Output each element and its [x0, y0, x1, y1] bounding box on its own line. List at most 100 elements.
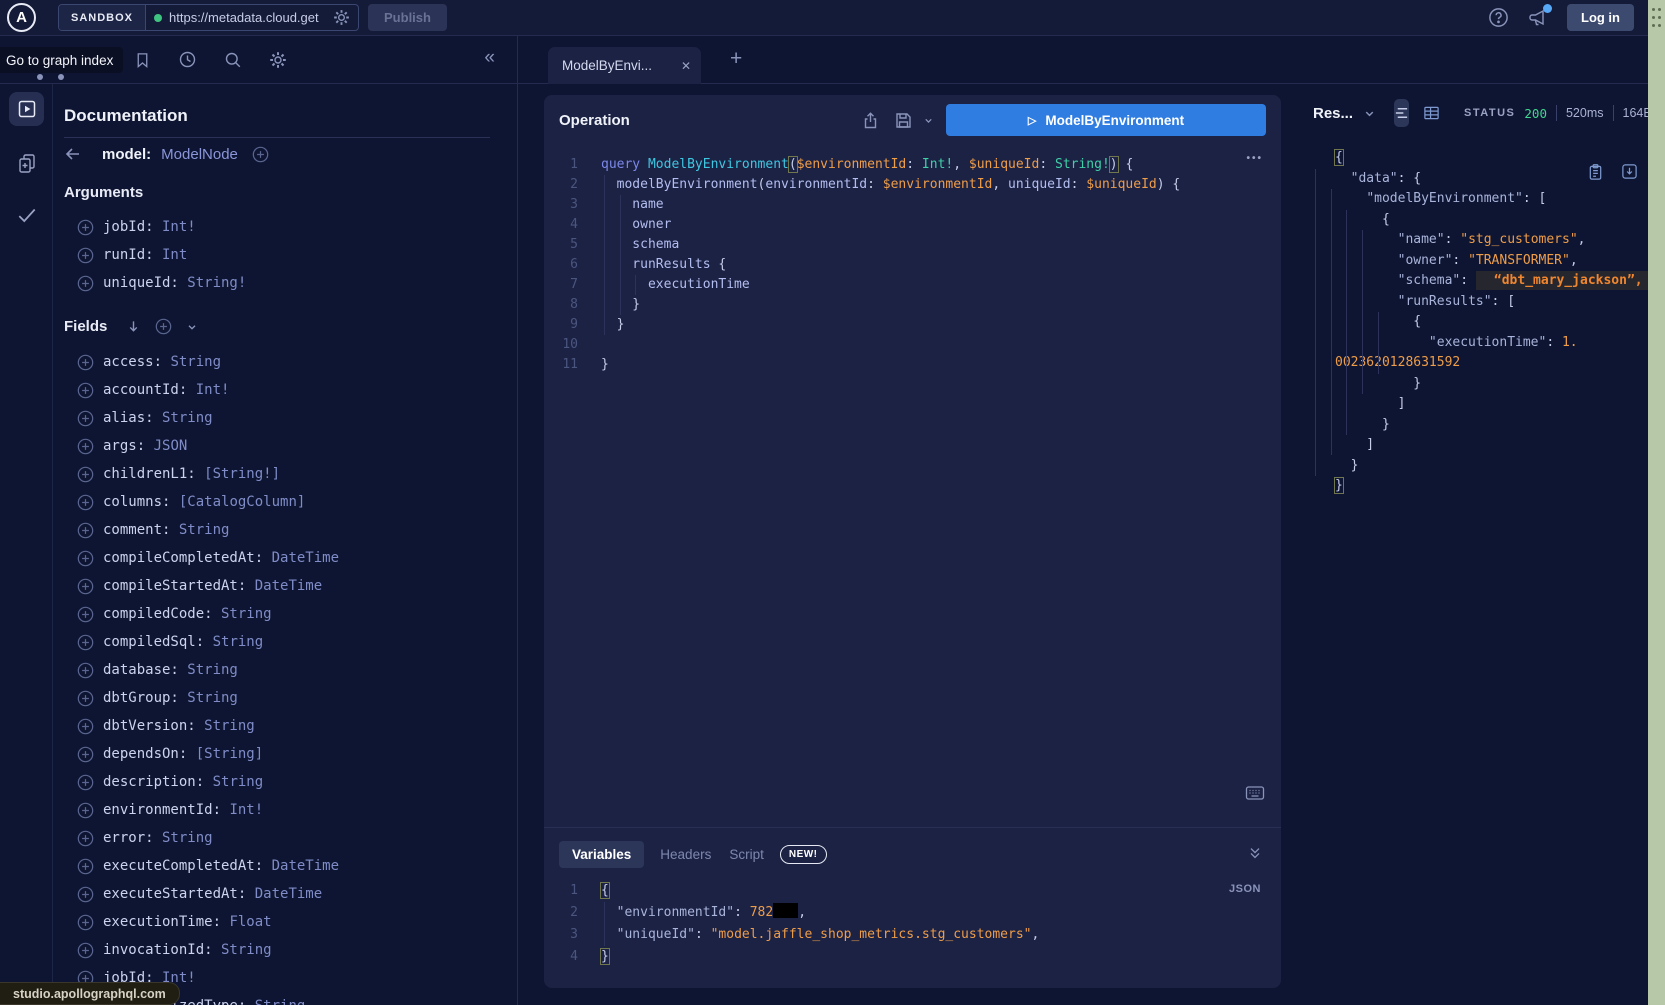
doc-field-type[interactable]: DateTime: [246, 886, 322, 902]
add-all-fields-button[interactable]: [155, 318, 172, 335]
doc-field-type[interactable]: [String!]: [196, 466, 280, 482]
field-row[interactable]: error: String: [64, 824, 517, 852]
publish-button[interactable]: Publish: [368, 4, 447, 31]
endpoint-url-field[interactable]: https://metadata.cloud.get: [146, 5, 358, 30]
editor-options-icon[interactable]: •••: [1246, 153, 1263, 164]
add-to-operation-button[interactable]: [77, 466, 94, 483]
login-button[interactable]: Log in: [1567, 4, 1634, 31]
add-to-operation-button[interactable]: [77, 247, 94, 264]
download-response-icon[interactable]: [1621, 163, 1638, 181]
doc-field-type[interactable]: String: [154, 410, 213, 426]
doc-field-type[interactable]: String: [170, 522, 229, 538]
add-to-operation-button[interactable]: [77, 219, 94, 236]
announcements-megaphone-icon[interactable]: [1527, 8, 1549, 28]
save-operation-icon[interactable]: [894, 111, 913, 130]
field-row[interactable]: compiledSql: String: [64, 628, 517, 656]
doc-field-type[interactable]: JSON: [145, 438, 187, 454]
search-icon[interactable]: [224, 51, 242, 69]
add-to-operation-button[interactable]: [77, 438, 94, 455]
add-to-operation-button[interactable]: [77, 606, 94, 623]
history-icon[interactable]: [178, 50, 197, 69]
back-arrow-icon[interactable]: [64, 145, 82, 163]
add-to-operation-button[interactable]: [77, 354, 94, 371]
field-row[interactable]: invocationId: String: [64, 936, 517, 964]
doc-field-type[interactable]: String: [246, 998, 305, 1005]
doc-field-type[interactable]: Float: [221, 914, 272, 930]
doc-field-type[interactable]: DateTime: [246, 578, 322, 594]
save-options-chevron-icon[interactable]: [923, 115, 934, 126]
field-row[interactable]: database: String: [64, 656, 517, 684]
operation-editor[interactable]: 1query ModelByEnvironment($environmentId…: [544, 145, 1281, 827]
field-row[interactable]: alias: String: [64, 404, 517, 432]
apollo-logo[interactable]: A: [7, 3, 36, 32]
collapse-panel-icon[interactable]: «: [484, 48, 495, 67]
keyboard-shortcuts-icon[interactable]: [1245, 785, 1265, 801]
field-row[interactable]: environmentId: Int!: [64, 796, 517, 824]
settings-gear-icon[interactable]: [269, 51, 287, 69]
doc-field-type[interactable]: Int: [154, 247, 188, 263]
add-to-operation-button[interactable]: [77, 634, 94, 651]
run-operation-button[interactable]: ▷ ModelByEnvironment: [946, 104, 1266, 136]
field-row[interactable]: dbtGroup: String: [64, 684, 517, 712]
sandbox-chip[interactable]: SANDBOX: [59, 5, 146, 30]
add-to-operation-button[interactable]: [77, 886, 94, 903]
collapse-variables-icon[interactable]: [1247, 845, 1263, 861]
doc-field-type[interactable]: String: [213, 942, 272, 958]
doc-field-type[interactable]: String: [154, 830, 213, 846]
field-row[interactable]: executeStartedAt: DateTime: [64, 880, 517, 908]
field-row[interactable]: childrenL1: [String!]: [64, 460, 517, 488]
field-row[interactable]: dbtVersion: String: [64, 712, 517, 740]
sort-fields-icon[interactable]: [126, 319, 141, 334]
add-to-operation-button[interactable]: [77, 690, 94, 707]
argument-row[interactable]: uniqueId: String!: [64, 269, 517, 297]
doc-field-type[interactable]: DateTime: [263, 550, 339, 566]
doc-field-type[interactable]: Int!: [187, 382, 229, 398]
add-field-button[interactable]: [252, 146, 269, 163]
table-view-toggle-icon[interactable]: [1423, 105, 1440, 121]
doc-field-type[interactable]: String: [196, 718, 255, 734]
add-to-operation-button[interactable]: [77, 410, 94, 427]
breadcrumb-type[interactable]: ModelNode: [161, 146, 238, 163]
field-row[interactable]: description: String: [64, 768, 517, 796]
field-row[interactable]: compiledCode: String: [64, 600, 517, 628]
tab-script[interactable]: Script: [727, 847, 766, 862]
add-to-operation-button[interactable]: [77, 914, 94, 931]
argument-row[interactable]: jobId: Int!: [64, 213, 517, 241]
field-row[interactable]: executeCompletedAt: DateTime: [64, 852, 517, 880]
endpoint-settings-gear-icon[interactable]: [333, 9, 350, 26]
variables-editor[interactable]: 1{2 "environmentId": 782,3 "uniqueId": "…: [544, 875, 1281, 983]
copy-response-icon[interactable]: [1587, 163, 1604, 181]
field-row[interactable]: compileCompletedAt: DateTime: [64, 544, 517, 572]
field-row[interactable]: columns: [CatalogColumn]: [64, 488, 517, 516]
add-to-operation-button[interactable]: [77, 494, 94, 511]
add-to-operation-button[interactable]: [77, 662, 94, 679]
doc-field-type[interactable]: String: [213, 606, 272, 622]
add-to-operation-button[interactable]: [77, 382, 94, 399]
tab-variables[interactable]: Variables: [559, 841, 644, 868]
share-operation-icon[interactable]: [861, 111, 880, 130]
operation-tab[interactable]: ModelByEnvi... ✕: [548, 47, 701, 84]
field-row[interactable]: accountId: Int!: [64, 376, 517, 404]
doc-field-type[interactable]: DateTime: [263, 858, 339, 874]
doc-field-type[interactable]: String!: [179, 275, 246, 291]
doc-field-type[interactable]: [CatalogColumn]: [170, 494, 305, 510]
add-to-operation-button[interactable]: [77, 578, 94, 595]
add-to-operation-button[interactable]: [77, 774, 94, 791]
field-row[interactable]: args: JSON: [64, 432, 517, 460]
bookmark-icon[interactable]: [134, 51, 151, 69]
add-to-operation-button[interactable]: [77, 802, 94, 819]
tab-headers[interactable]: Headers: [658, 847, 713, 862]
doc-field-type[interactable]: [String]: [187, 746, 263, 762]
field-row[interactable]: comment: String: [64, 516, 517, 544]
fields-options-chevron-icon[interactable]: [186, 321, 198, 333]
add-to-operation-button[interactable]: [77, 858, 94, 875]
doc-field-type[interactable]: Int!: [154, 219, 196, 235]
doc-field-type[interactable]: String: [204, 774, 263, 790]
doc-field-type[interactable]: Int!: [221, 802, 263, 818]
field-row[interactable]: access: String: [64, 348, 517, 376]
format-json-toggle-icon[interactable]: [1394, 99, 1409, 127]
add-to-operation-button[interactable]: [77, 746, 94, 763]
close-tab-icon[interactable]: ✕: [681, 59, 691, 73]
doc-field-type[interactable]: String: [204, 634, 263, 650]
doc-field-type[interactable]: String: [162, 354, 221, 370]
